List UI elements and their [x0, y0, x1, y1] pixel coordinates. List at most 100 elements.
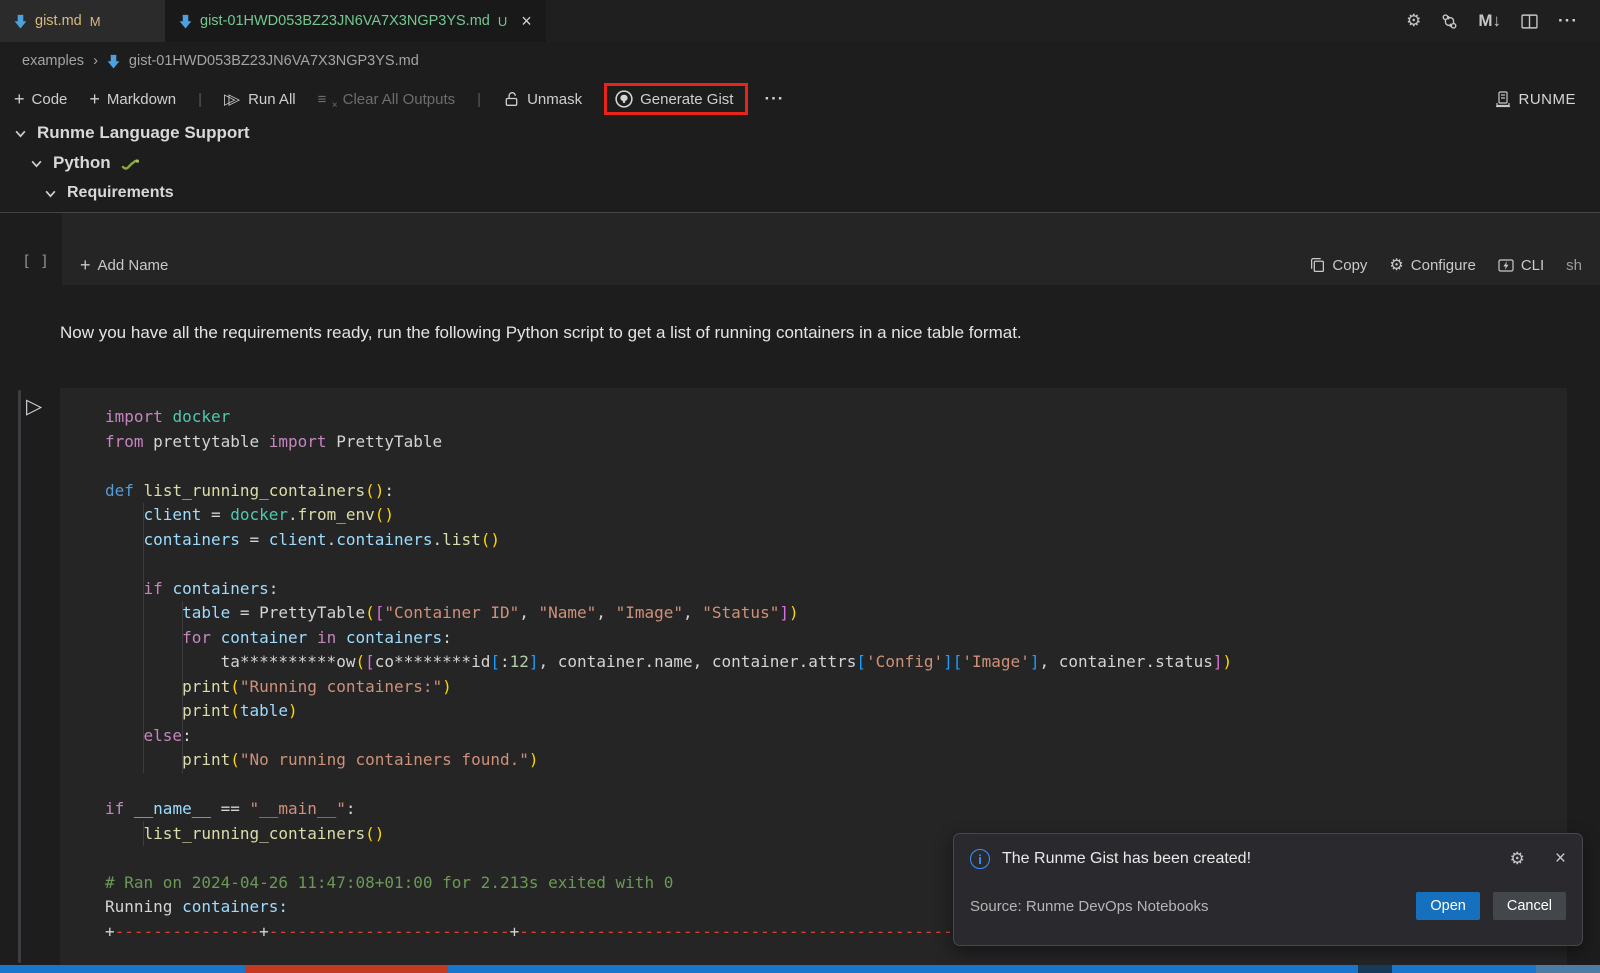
- execution-indicator: [ ]: [22, 252, 49, 270]
- heading-runme-language-support[interactable]: Runme Language Support: [14, 118, 250, 148]
- cell-actions: Copy ⚙ Configure CLI sh: [1310, 255, 1582, 275]
- runme-logo-icon: [1495, 91, 1511, 108]
- runme-brand: RUNME: [1495, 91, 1577, 108]
- code-line: [105, 454, 1540, 479]
- plus-icon: +: [14, 90, 25, 108]
- github-icon: [615, 90, 633, 108]
- copy-icon: [1310, 257, 1325, 273]
- code-line: containers = client.containers.list(): [105, 528, 1540, 553]
- run-all-label: Run All: [248, 91, 296, 108]
- editor-actions: ⚙ M↓ ···: [1406, 0, 1600, 42]
- run-all-icon: ▷▷: [224, 90, 233, 108]
- plus-icon: +: [89, 90, 100, 108]
- cli-button[interactable]: CLI: [1498, 257, 1544, 274]
- split-editor-icon[interactable]: [1521, 14, 1538, 29]
- copy-button[interactable]: Copy: [1310, 257, 1367, 274]
- heading-label: Runme Language Support: [37, 123, 250, 143]
- add-name-button[interactable]: + Add Name: [80, 256, 168, 274]
- status-strip-segment: [1392, 965, 1536, 973]
- breadcrumb-separator: ›: [93, 53, 98, 69]
- code-line: client = docker.from_env(): [105, 503, 1540, 528]
- heading-requirements[interactable]: Requirements: [44, 178, 174, 208]
- tab-label: gist.md: [35, 13, 82, 29]
- toast-source: Source: Runme DevOps Notebooks: [970, 898, 1208, 915]
- copy-label: Copy: [1332, 257, 1367, 274]
- code-line: print("No running containers found."): [105, 748, 1540, 773]
- configure-label: Configure: [1411, 257, 1476, 274]
- heading-python[interactable]: Python: [30, 148, 139, 178]
- breadcrumb-file[interactable]: gist-01HWD053BZ23JN6VA7X3NGP3YS.md: [129, 53, 419, 69]
- toast-header: i The Runme Gist has been created! ⚙ ×: [970, 848, 1566, 870]
- add-name-label: Add Name: [98, 257, 169, 274]
- open-button[interactable]: Open: [1416, 892, 1479, 920]
- generate-gist-annotation-box: Generate Gist: [604, 83, 748, 115]
- chevron-down-icon[interactable]: [44, 187, 57, 200]
- notification-close-icon[interactable]: ×: [1555, 848, 1566, 870]
- cell-language-label: sh: [1566, 257, 1582, 274]
- toolbar-more-icon[interactable]: ···: [764, 89, 784, 109]
- status-strip-segment: [1536, 965, 1600, 973]
- close-tab-icon[interactable]: ×: [521, 11, 532, 32]
- status-strip: [0, 965, 1600, 973]
- settings-gear-icon[interactable]: ⚙: [1406, 11, 1421, 31]
- tab-gist-generated-md[interactable]: gist-01HWD053BZ23JN6VA7X3NGP3YS.md U ×: [165, 0, 546, 42]
- code-line: [105, 773, 1540, 798]
- configure-button[interactable]: ⚙ Configure: [1389, 255, 1475, 275]
- toast-footer: Source: Runme DevOps Notebooks Open Canc…: [970, 892, 1566, 920]
- code-line: from prettytable import PrettyTable: [105, 430, 1540, 455]
- run-cell-button[interactable]: ▷: [26, 394, 42, 419]
- markdown-cell-text: Now you have all the requirements ready,…: [60, 321, 1460, 345]
- clear-outputs-icon: ≡×: [318, 91, 336, 108]
- heading-label: Python: [53, 153, 111, 173]
- breadcrumb: examples › gist-01HWD053BZ23JN6VA7X3NGP3…: [0, 42, 1600, 80]
- file-down-arrow-icon: [107, 54, 120, 69]
- code-line: for container in containers:: [105, 626, 1540, 651]
- untracked-badge: U: [498, 14, 507, 29]
- notification-settings-gear-icon[interactable]: ⚙: [1510, 849, 1525, 869]
- code-line: if __name__ == "__main__":: [105, 797, 1540, 822]
- unmask-button[interactable]: Unmask: [503, 91, 582, 108]
- run-all-button[interactable]: ▷▷ Run All: [224, 90, 296, 108]
- file-down-arrow-icon: [179, 14, 192, 29]
- code-line: print("Running containers:"): [105, 675, 1540, 700]
- toast-message: The Runme Gist has been created!: [1002, 850, 1251, 868]
- info-icon: i: [970, 849, 990, 869]
- code-line: def list_running_containers():: [105, 479, 1540, 504]
- plus-icon: +: [80, 256, 91, 274]
- add-markdown-cell-button[interactable]: + Markdown: [89, 90, 176, 108]
- notebook-toolbar: + Code + Markdown | ▷▷ Run All ≡× Clear …: [0, 80, 1600, 118]
- breadcrumb-folder[interactable]: examples: [22, 53, 84, 69]
- unlock-icon: [503, 91, 520, 107]
- markdown-preview-icon[interactable]: M↓: [1478, 11, 1501, 31]
- chevron-down-icon[interactable]: [14, 127, 27, 140]
- add-markdown-label: Markdown: [107, 91, 176, 108]
- heading-label: Requirements: [67, 184, 174, 202]
- code-line: print(table): [105, 699, 1540, 724]
- vscode-window: gist.md M gist-01HWD053BZ23JN6VA7X3NGP3Y…: [0, 0, 1600, 973]
- tab-gist-md[interactable]: gist.md M: [0, 0, 165, 42]
- clear-all-outputs-label: Clear All Outputs: [343, 91, 456, 108]
- notification-toast: i The Runme Gist has been created! ⚙ × S…: [953, 833, 1583, 946]
- git-compare-icon[interactable]: [1441, 13, 1458, 30]
- status-strip-segment: [1358, 965, 1392, 973]
- clear-all-outputs-button[interactable]: ≡× Clear All Outputs: [318, 91, 456, 108]
- more-actions-icon[interactable]: ···: [1558, 11, 1578, 31]
- code-line: ta**********ow([co********id[:12], conta…: [105, 650, 1540, 675]
- code-line: import docker: [105, 405, 1540, 430]
- cancel-button[interactable]: Cancel: [1493, 892, 1566, 920]
- snake-icon: [121, 156, 139, 170]
- terminal-lightning-icon: [1498, 258, 1514, 273]
- generate-gist-button[interactable]: Generate Gist: [615, 90, 733, 108]
- code-line: [105, 552, 1540, 577]
- chevron-down-icon[interactable]: [30, 157, 43, 170]
- add-code-cell-button[interactable]: + Code: [14, 90, 67, 108]
- runme-label: RUNME: [1519, 91, 1577, 108]
- code-line: table = PrettyTable(["Container ID", "Na…: [105, 601, 1540, 626]
- status-strip-segment: [245, 965, 448, 973]
- add-code-label: Code: [32, 91, 68, 108]
- requirements-cell-footer: + Add Name Copy ⚙ Configure: [62, 213, 1600, 285]
- unmask-label: Unmask: [527, 91, 582, 108]
- generate-gist-label: Generate Gist: [640, 91, 733, 108]
- cell-footer-row: + Add Name Copy ⚙ Configure: [80, 255, 1582, 275]
- code-line: if containers:: [105, 577, 1540, 602]
